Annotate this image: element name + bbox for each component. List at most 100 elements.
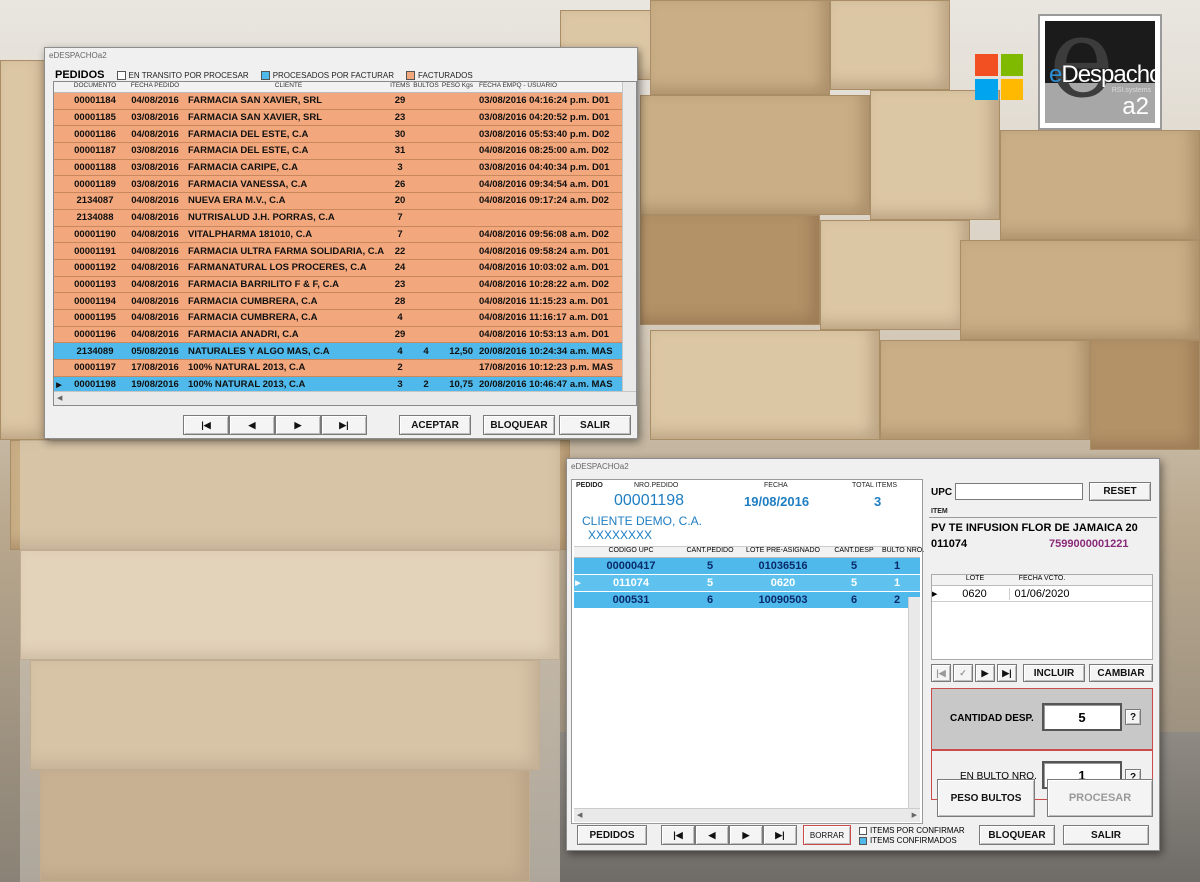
table-row[interactable]: 00001186 04/08/2016 FARMACIA DEL ESTE, C.A… (54, 126, 636, 144)
col-peso[interactable]: PESO Kgs (441, 82, 475, 92)
pedido-panel: PEDIDO NRO.PEDIDO FECHA TOTAL ITEMS 0000… (571, 479, 924, 824)
bloquear-button[interactable]: BLOQUEAR (483, 415, 555, 435)
scroll-right-arrow-icon[interactable]: ▶ (912, 811, 917, 819)
scroll-left-arrow-icon[interactable]: ◀ (57, 394, 62, 402)
col-empq[interactable]: FECHA EMPQ - USUARIO (475, 82, 636, 92)
col-upc[interactable]: CODIGO UPC (582, 547, 680, 557)
col-cant-pedido[interactable]: CANT.PEDIDO (680, 547, 740, 557)
incluir-button[interactable]: INCLUIR (1023, 664, 1085, 682)
table-row[interactable]: 00001195 04/08/2016 FARMACIA CUMBRERA, C.A… (54, 309, 636, 327)
cliente-cell: FARMACIA CUMBRERA, C.A (188, 295, 318, 307)
col-items[interactable]: ITEMS (389, 82, 411, 92)
legend-item-facturados: FACTURADOS (406, 70, 473, 80)
fecha-cell: 04/08/2016 (131, 278, 179, 290)
bloquear-button[interactable]: BLOQUEAR (979, 825, 1055, 845)
last-item-button[interactable]: ▶| (763, 825, 797, 845)
salir-button[interactable]: SALIR (559, 415, 631, 435)
col-cant-desp[interactable]: CANT.DESP (826, 547, 882, 557)
lote-first-button[interactable]: |◀ (931, 664, 951, 682)
pedidos-header: PEDIDOS EN TRANSITO POR PROCESAR PROCESA… (55, 69, 473, 81)
table-row[interactable]: 000531 6 10090503 6 2 (574, 592, 920, 609)
table-row[interactable]: 00000417 5 01036516 5 1 (574, 558, 920, 575)
cliente-cell: NUEVA ERA M.V., C.A (188, 195, 286, 207)
previous-item-button[interactable]: ◀ (695, 825, 729, 845)
scroll-left-arrow-icon[interactable]: ◀ (577, 811, 582, 819)
last-record-button[interactable]: ▶| (321, 415, 367, 435)
lote-cell: 0620 (770, 577, 796, 589)
rif-value: XXXXXXXX (588, 528, 653, 542)
col-bultos[interactable]: BULTOS (411, 82, 441, 92)
peso-bultos-button[interactable]: PESO BULTOS (937, 779, 1035, 817)
col-lote[interactable]: LOTE PRE-ASIGNADO (740, 547, 826, 557)
table-row[interactable]: 00001187 03/08/2016 FARMACIA DEL ESTE, C.A… (54, 143, 636, 160)
first-record-button[interactable]: |◀ (183, 415, 229, 435)
legend-swatch (859, 827, 867, 835)
table-row[interactable]: 2134089 05/08/2016 NATURALES Y ALGO MAS, C… (54, 343, 636, 360)
cantidad-help-button[interactable]: ? (1125, 709, 1141, 725)
horizontal-scrollbar[interactable]: ◀ (54, 391, 636, 405)
empq-cell: 04/08/2016 09:17:24 a.m. D02 (479, 195, 609, 207)
row-marker-icon: ▶ (575, 580, 581, 587)
table-row[interactable]: 00001194 04/08/2016 FARMACIA CUMBRERA, C.A… (54, 293, 636, 310)
table-row[interactable]: 00001189 03/08/2016 FARMACIA VANESSA, C.A 2… (54, 176, 636, 194)
table-row[interactable]: ▶ 011074 5 0620 5 1 (574, 575, 920, 592)
procesar-button[interactable]: PROCESAR (1047, 779, 1153, 817)
table-row[interactable]: 00001190 04/08/2016 VITALPHARMA 181010, C.… (54, 226, 636, 244)
next-item-button[interactable]: ▶ (729, 825, 763, 845)
pedidos-button[interactable]: PEDIDOS (577, 825, 647, 845)
fecha-cell: 04/08/2016 (131, 195, 179, 207)
upc-input[interactable] (955, 483, 1083, 500)
vertical-scrollbar[interactable] (622, 82, 636, 391)
table-row[interactable]: 2134087 04/08/2016 NUEVA ERA M.V., C.A 20 04… (54, 193, 636, 210)
col-cliente[interactable]: CLIENTE (184, 82, 389, 92)
background-box (830, 0, 950, 90)
next-record-button[interactable]: ▶ (275, 415, 321, 435)
windows-logo-tile (975, 78, 998, 100)
vertical-scrollbar[interactable] (908, 597, 920, 808)
legend-swatch (116, 70, 126, 80)
first-item-button[interactable]: |◀ (661, 825, 695, 845)
table-row[interactable]: 00001196 04/08/2016 FARMACIA ANADRI, C.A 29… (54, 326, 636, 344)
lote-next-button[interactable]: ▶ (975, 664, 995, 682)
table-row[interactable]: 00001184 04/08/2016 FARMACIA SAN XAVIER, S… (54, 93, 636, 110)
table-row[interactable]: 00001193 04/08/2016 FARMACIA BARRILITO F &… (54, 276, 636, 294)
previous-record-button[interactable]: ◀ (229, 415, 275, 435)
background-box (640, 95, 870, 215)
cambiar-button[interactable]: CAMBIAR (1089, 664, 1153, 682)
table-row[interactable]: 00001197 17/08/2016 100% NATURAL 2013, C.A… (54, 360, 636, 377)
table-row[interactable]: 2134088 04/08/2016 NUTRISALUD J.H. PORRAS,… (54, 209, 636, 227)
fecha-vcto-value: 01/06/2020 (1014, 587, 1070, 600)
empq-cell: 04/08/2016 11:15:23 a.m. D01 (479, 295, 609, 307)
lote-last-button[interactable]: ▶| (997, 664, 1017, 682)
reset-button[interactable]: RESET (1089, 482, 1151, 501)
documento-cell: 00001195 (74, 312, 116, 324)
horizontal-scrollbar[interactable]: ◀ ▶ (574, 808, 920, 822)
table-row[interactable]: 00001188 03/08/2016 FARMACIA CARIPE, C.A 3 0… (54, 159, 636, 177)
empq-cell: 04/08/2016 10:53:13 a.m. D01 (479, 328, 609, 340)
pedidos-table[interactable]: DOCUMENTO FECHA PEDIDO CLIENTE ITEMS BUL… (53, 81, 637, 406)
col-fecha-vcto[interactable]: FECHA VCTO. (1010, 575, 1074, 585)
items-cell: 7 (397, 212, 403, 224)
col-lote[interactable]: LOTE (940, 575, 1010, 585)
col-fecha[interactable]: FECHA PEDIDO (126, 82, 184, 92)
fecha-cell: 17/08/2016 (131, 362, 179, 374)
items-table[interactable]: CODIGO UPC CANT.PEDIDO LOTE PRE-ASIGNADO… (574, 546, 924, 822)
background-box (650, 0, 830, 95)
background-box (820, 220, 970, 330)
cantidad-input[interactable]: 5 (1042, 703, 1122, 731)
borrar-button[interactable]: BORRAR (803, 825, 851, 845)
lote-row[interactable]: ▶ 0620 01/06/2020 (932, 586, 1152, 602)
table-row[interactable]: 00001185 03/08/2016 FARMACIA SAN XAVIER, S… (54, 109, 636, 127)
table-row[interactable]: 00001191 04/08/2016 FARMACIA ULTRA FARMA S… (54, 243, 636, 260)
col-bulto[interactable]: BULTO NRO. (882, 547, 924, 557)
col-documento[interactable]: DOCUMENTO (64, 82, 126, 92)
lote-table[interactable]: LOTE FECHA VCTO. ▶ 0620 01/06/2020 (931, 574, 1153, 660)
aceptar-button[interactable]: ACEPTAR (399, 415, 471, 435)
table-row[interactable]: 00001192 04/08/2016 FARMANATURAL LOS PROCE… (54, 259, 636, 277)
pedido-info: PEDIDO NRO.PEDIDO FECHA TOTAL ITEMS 0000… (574, 482, 920, 544)
documento-cell: 00001186 (74, 128, 116, 140)
salir-button[interactable]: SALIR (1063, 825, 1149, 845)
item-info: ITEM PV TE INFUSION FLOR DE JAMAICA 20 0… (929, 508, 1157, 562)
background-box (0, 60, 50, 440)
lote-confirm-button[interactable]: ✓ (953, 664, 973, 682)
